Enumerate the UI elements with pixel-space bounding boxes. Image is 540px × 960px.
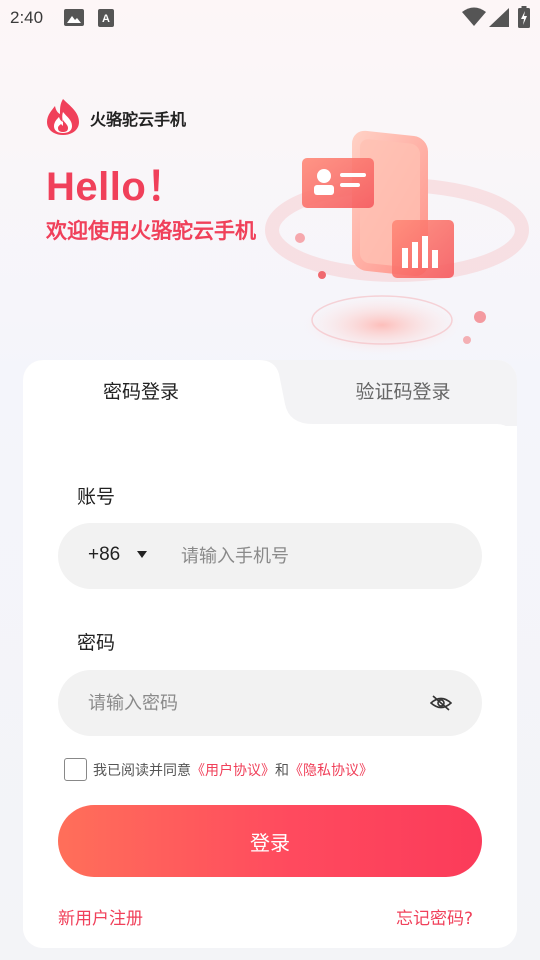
privacy-agreement-link[interactable]: 《隐私协议》 — [289, 763, 373, 779]
a-notification-icon: A — [98, 9, 114, 27]
phone-field: +86 — [58, 523, 482, 589]
app-name: 火骆驼云手机 — [90, 110, 187, 129]
svg-text:A: A — [102, 13, 110, 25]
password-input[interactable] — [88, 670, 418, 736]
user-agreement-link[interactable]: 《用户协议》 — [191, 763, 275, 779]
hello-heading: Hello！ — [46, 165, 187, 209]
agreement-text: 我已阅读并同意《用户协议》和《隐私协议》 — [93, 760, 373, 780]
forgot-password-link[interactable]: 忘记密码? — [396, 904, 473, 929]
battery-charging-icon — [518, 6, 530, 28]
agreement-row: 我已阅读并同意《用户协议》和《隐私协议》 — [64, 758, 484, 782]
password-label: 密码 — [77, 632, 116, 654]
phone-illustration — [265, 130, 529, 355]
eye-hidden-icon[interactable] — [430, 694, 452, 712]
dropdown-arrow-icon[interactable] — [137, 551, 147, 559]
image-icon — [64, 9, 84, 26]
tab-code-login[interactable]: 验证码登录 — [289, 360, 517, 420]
login-button[interactable]: 登录 — [58, 805, 482, 877]
account-label: 账号 — [77, 486, 116, 508]
agreement-conjunction: 和 — [275, 763, 289, 779]
login-card: 密码登录 验证码登录 账号 +86 密码 我已阅读并同意《用户协议》和《隐私协议… — [23, 360, 517, 948]
tab-password-login[interactable]: 密码登录 — [23, 360, 259, 420]
agreement-prefix: 我已阅读并同意 — [93, 763, 191, 779]
password-field — [58, 670, 482, 736]
phone-input[interactable] — [181, 523, 461, 589]
flame-logo-icon — [47, 99, 79, 135]
welcome-text: 欢迎使用火骆驼云手机 — [46, 219, 256, 243]
wifi-icon — [462, 7, 486, 26]
status-bar: 2:40 A — [0, 0, 540, 36]
country-code[interactable]: +86 — [88, 544, 120, 566]
register-link[interactable]: 新用户注册 — [58, 904, 143, 929]
agreement-checkbox[interactable] — [64, 758, 87, 781]
status-time: 2:40 — [10, 8, 44, 27]
signal-icon — [489, 8, 509, 27]
